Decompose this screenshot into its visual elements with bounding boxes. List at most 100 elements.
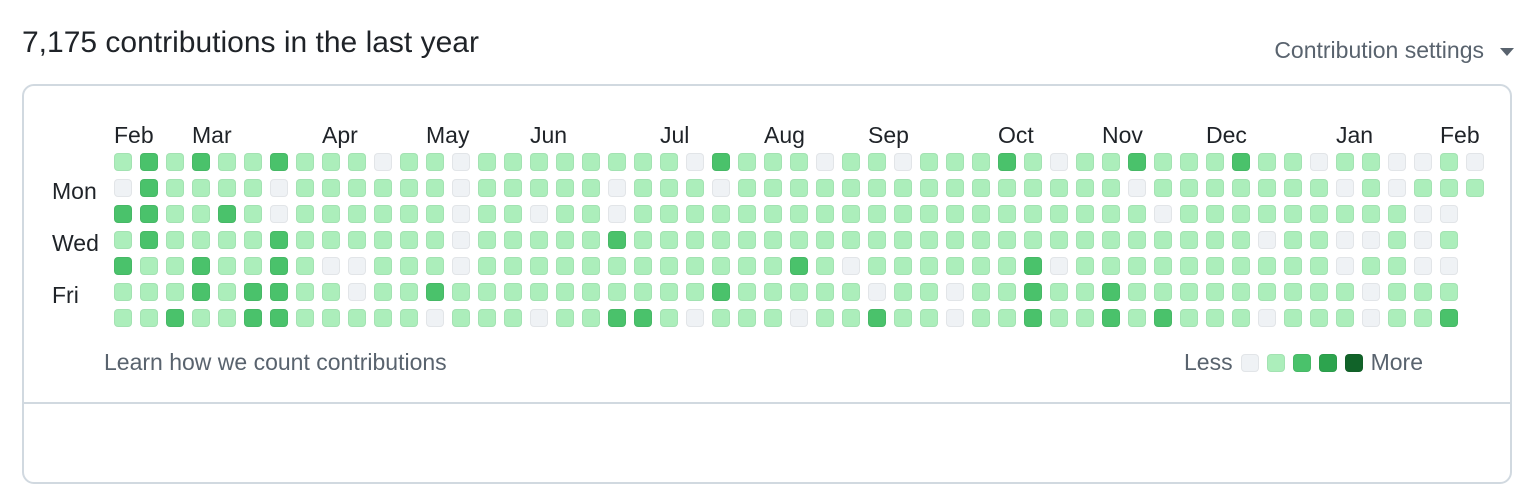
contribution-day-cell[interactable] [894, 257, 912, 275]
contribution-day-cell[interactable] [920, 257, 938, 275]
contribution-day-cell[interactable] [348, 205, 366, 223]
contribution-day-cell[interactable] [1388, 283, 1406, 301]
contribution-day-cell[interactable] [920, 205, 938, 223]
contribution-day-cell[interactable] [218, 179, 236, 197]
contribution-day-cell[interactable] [114, 179, 132, 197]
contribution-day-cell[interactable] [1180, 179, 1198, 197]
contribution-day-cell[interactable] [348, 231, 366, 249]
contribution-day-cell[interactable] [322, 231, 340, 249]
contribution-day-cell[interactable] [452, 257, 470, 275]
contribution-day-cell[interactable] [166, 205, 184, 223]
contribution-day-cell[interactable] [1336, 257, 1354, 275]
contribution-day-cell[interactable] [816, 205, 834, 223]
contribution-day-cell[interactable] [1154, 257, 1172, 275]
contribution-day-cell[interactable] [504, 257, 522, 275]
contribution-day-cell[interactable] [530, 205, 548, 223]
contribution-day-cell[interactable] [504, 283, 522, 301]
contribution-day-cell[interactable] [400, 153, 418, 171]
contribution-day-cell[interactable] [140, 283, 158, 301]
contribution-day-cell[interactable] [894, 205, 912, 223]
contribution-day-cell[interactable] [322, 153, 340, 171]
contribution-day-cell[interactable] [816, 231, 834, 249]
contribution-day-cell[interactable] [192, 257, 210, 275]
contribution-day-cell[interactable] [816, 257, 834, 275]
contribution-day-cell[interactable] [1284, 179, 1302, 197]
contribution-day-cell[interactable] [270, 205, 288, 223]
contribution-day-cell[interactable] [1102, 283, 1120, 301]
contribution-day-cell[interactable] [764, 153, 782, 171]
contribution-day-cell[interactable] [1102, 309, 1120, 327]
contribution-day-cell[interactable] [1128, 153, 1146, 171]
contribution-day-cell[interactable] [894, 153, 912, 171]
contribution-day-cell[interactable] [166, 283, 184, 301]
contribution-day-cell[interactable] [946, 153, 964, 171]
contribution-day-cell[interactable] [556, 179, 574, 197]
contribution-day-cell[interactable] [322, 205, 340, 223]
contribution-day-cell[interactable] [114, 231, 132, 249]
contribution-day-cell[interactable] [764, 231, 782, 249]
contribution-day-cell[interactable] [270, 153, 288, 171]
contribution-day-cell[interactable] [270, 309, 288, 327]
contribution-day-cell[interactable] [530, 283, 548, 301]
contribution-day-cell[interactable] [1440, 179, 1458, 197]
contribution-day-cell[interactable] [400, 257, 418, 275]
contribution-day-cell[interactable] [686, 153, 704, 171]
contribution-day-cell[interactable] [1232, 257, 1250, 275]
contribution-day-cell[interactable] [140, 153, 158, 171]
contribution-day-cell[interactable] [296, 153, 314, 171]
contribution-day-cell[interactable] [244, 179, 262, 197]
contribution-day-cell[interactable] [1258, 257, 1276, 275]
contribution-day-cell[interactable] [1258, 231, 1276, 249]
contribution-day-cell[interactable] [218, 153, 236, 171]
contribution-day-cell[interactable] [660, 205, 678, 223]
contribution-day-cell[interactable] [868, 153, 886, 171]
contribution-day-cell[interactable] [166, 257, 184, 275]
contribution-day-cell[interactable] [192, 179, 210, 197]
contribution-day-cell[interactable] [608, 205, 626, 223]
contribution-day-cell[interactable] [998, 231, 1016, 249]
contribution-day-cell[interactable] [478, 231, 496, 249]
contribution-day-cell[interactable] [582, 179, 600, 197]
contribution-day-cell[interactable] [400, 179, 418, 197]
contribution-day-cell[interactable] [1258, 309, 1276, 327]
contribution-day-cell[interactable] [660, 257, 678, 275]
contribution-day-cell[interactable] [894, 231, 912, 249]
contribution-day-cell[interactable] [400, 309, 418, 327]
contribution-day-cell[interactable] [556, 153, 574, 171]
contribution-day-cell[interactable] [426, 205, 444, 223]
contribution-day-cell[interactable] [634, 309, 652, 327]
contribution-day-cell[interactable] [400, 205, 418, 223]
contribution-day-cell[interactable] [582, 231, 600, 249]
contribution-day-cell[interactable] [712, 283, 730, 301]
contribution-day-cell[interactable] [140, 179, 158, 197]
contribution-day-cell[interactable] [1284, 205, 1302, 223]
contribution-day-cell[interactable] [972, 257, 990, 275]
contribution-day-cell[interactable] [1154, 309, 1172, 327]
contribution-day-cell[interactable] [582, 283, 600, 301]
contribution-day-cell[interactable] [894, 309, 912, 327]
contribution-day-cell[interactable] [530, 309, 548, 327]
contribution-day-cell[interactable] [842, 283, 860, 301]
contribution-day-cell[interactable] [686, 179, 704, 197]
contribution-day-cell[interactable] [140, 205, 158, 223]
contribution-day-cell[interactable] [140, 257, 158, 275]
contribution-day-cell[interactable] [1232, 309, 1250, 327]
contribution-day-cell[interactable] [1050, 231, 1068, 249]
contribution-day-cell[interactable] [1076, 257, 1094, 275]
contribution-day-cell[interactable] [244, 283, 262, 301]
contribution-day-cell[interactable] [1206, 179, 1224, 197]
contribution-day-cell[interactable] [1180, 231, 1198, 249]
contribution-day-cell[interactable] [1128, 231, 1146, 249]
contribution-day-cell[interactable] [296, 257, 314, 275]
contribution-day-cell[interactable] [920, 309, 938, 327]
contribution-day-cell[interactable] [452, 283, 470, 301]
contribution-day-cell[interactable] [530, 179, 548, 197]
contribution-day-cell[interactable] [998, 283, 1016, 301]
contribution-day-cell[interactable] [1024, 257, 1042, 275]
contribution-day-cell[interactable] [608, 153, 626, 171]
contribution-day-cell[interactable] [1258, 205, 1276, 223]
contribution-day-cell[interactable] [1258, 153, 1276, 171]
contribution-day-cell[interactable] [1232, 179, 1250, 197]
contribution-day-cell[interactable] [322, 283, 340, 301]
contribution-day-cell[interactable] [1284, 309, 1302, 327]
